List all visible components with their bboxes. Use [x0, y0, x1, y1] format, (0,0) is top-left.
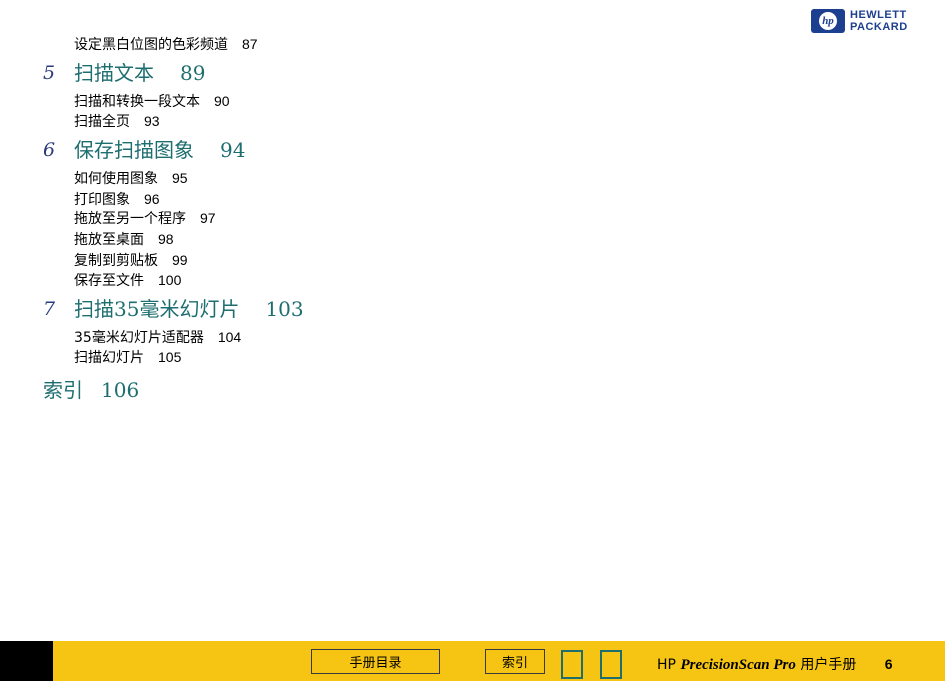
toc-entry-page: 90	[214, 93, 230, 109]
hp-logo: hp HEWLETT PACKARD	[811, 9, 908, 33]
index-page: 106	[101, 378, 140, 402]
toc-entry[interactable]: 扫描幻灯片 105	[74, 347, 181, 367]
toc-entry-page: 96	[144, 191, 160, 207]
chapter-title: 保存扫描图象 94	[74, 138, 246, 162]
toc-entry[interactable]: 扫描和转换一段文本 90	[74, 91, 230, 111]
toc-entry-page: 93	[144, 113, 160, 129]
toc-entry-label: 扫描和转换一段文本	[74, 94, 200, 110]
chapter-heading-7[interactable]: 7 扫描35毫米幻灯片 103	[0, 295, 400, 323]
toc-entry-page: 97	[200, 210, 216, 226]
toc-entry[interactable]: 如何使用图象 95	[74, 168, 188, 188]
toc-entry-label: 复制到剪贴板	[74, 253, 158, 269]
index-label: 索引	[43, 378, 83, 402]
toc-entry[interactable]: 设定黑白位图的色彩频道 87	[74, 34, 258, 54]
page-number: 6	[884, 656, 893, 672]
footer-suffix: 用户手册	[800, 657, 857, 673]
next-page-button[interactable]	[600, 650, 622, 679]
toc-entry-label: 打印图象	[74, 192, 130, 208]
toc-entry-page: 95	[172, 170, 188, 186]
toc-entry[interactable]: 打印图象 96	[74, 189, 160, 209]
toc-entry-label: 拖放至另一个程序	[74, 211, 186, 227]
previous-page-button[interactable]	[561, 650, 583, 679]
chapter-title: 扫描文本 89	[74, 61, 206, 85]
chapter-number: 7	[43, 298, 56, 320]
footer-product-name: PrecisionScan Pro	[680, 657, 796, 673]
toc-entry-label: 拖放至桌面	[74, 232, 144, 248]
footer-black-block	[0, 641, 53, 681]
footer-prefix: HP	[657, 657, 676, 673]
chapter-title: 扫描35毫米幻灯片 103	[74, 297, 304, 321]
toc-entry-page: 99	[172, 252, 188, 268]
toc-entry-label: 扫描全页	[74, 114, 130, 130]
toc-entry[interactable]: 35毫米幻灯片适配器 104	[74, 327, 241, 347]
chapter-page: 103	[265, 297, 304, 321]
index-button[interactable]: 索引	[485, 649, 545, 674]
index-heading[interactable]: 索引 106	[43, 374, 139, 403]
chapter-page: 89	[180, 61, 206, 85]
toc-entry-page: 104	[217, 329, 242, 345]
toc-entry-label: 35毫米幻灯片适配器	[74, 330, 204, 346]
footer-nav-bar: 手册目录 索引 HP PrecisionScan Pro 用户手册 6	[0, 641, 945, 681]
toc-entry[interactable]: 拖放至另一个程序 97	[74, 208, 216, 228]
chapter-heading-6[interactable]: 6 保存扫描图象 94	[0, 136, 400, 164]
toc-entry-label: 设定黑白位图的色彩频道	[74, 37, 228, 53]
footer-title: HP PrecisionScan Pro 用户手册 6	[657, 654, 893, 674]
chapter-number: 6	[43, 139, 56, 161]
chapter-heading-5[interactable]: 5 扫描文本 89	[0, 59, 400, 87]
toc-entry-page: 100	[158, 272, 182, 288]
toc-entry-page: 105	[158, 349, 182, 365]
hp-logo-text: HEWLETT PACKARD	[850, 9, 908, 33]
toc-entry-label: 扫描幻灯片	[74, 350, 144, 366]
chapter-number: 5	[43, 62, 56, 84]
toc-entry-label: 保存至文件	[74, 273, 144, 289]
toc-entry[interactable]: 拖放至桌面 98	[74, 229, 174, 249]
toc-entry-page: 98	[158, 231, 174, 247]
chapter-page: 94	[220, 138, 246, 162]
toc-entry[interactable]: 扫描全页 93	[74, 111, 160, 131]
manual-toc-button[interactable]: 手册目录	[311, 649, 440, 674]
toc-entry[interactable]: 保存至文件 100	[74, 270, 181, 290]
toc-entry-label: 如何使用图象	[74, 171, 158, 187]
toc-entry[interactable]: 复制到剪贴板 99	[74, 250, 188, 270]
toc-entry-page: 87	[242, 36, 258, 52]
hp-logo-icon: hp	[811, 9, 845, 33]
